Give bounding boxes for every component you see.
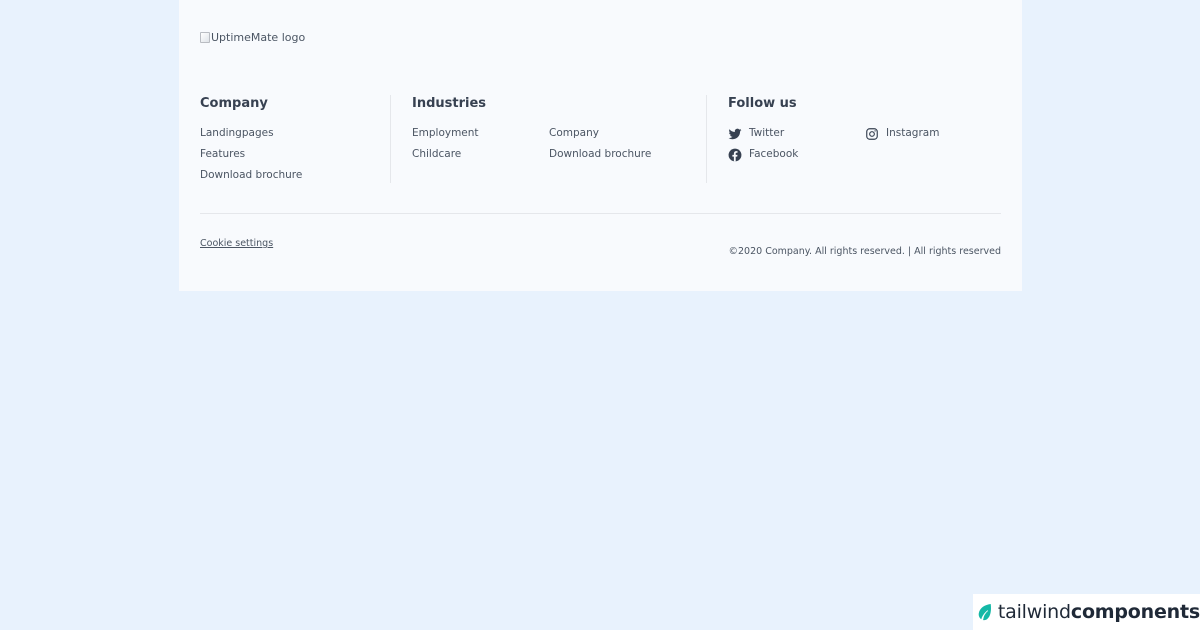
social-link-twitter[interactable]: Twitter (728, 123, 865, 144)
column-heading: Industries (412, 96, 487, 111)
social-link-facebook[interactable]: Facebook (728, 144, 865, 165)
badge-brand-text: tailwindcomponents (997, 601, 1200, 623)
cookie-settings-link[interactable]: Cookie settings (200, 238, 273, 249)
column-heading: Follow us (728, 96, 797, 111)
social-label: Facebook (749, 148, 799, 160)
social-link-instagram[interactable]: Instagram (865, 123, 1002, 144)
footer-link-company[interactable]: Company (549, 123, 686, 144)
footer-link-download-brochure[interactable]: Download brochure (549, 144, 686, 165)
social-label: Instagram (886, 127, 940, 139)
footer-link-childcare[interactable]: Childcare (412, 144, 549, 165)
facebook-icon (728, 148, 742, 161)
footer-column-follow: Follow us Twitter Instagram Facebook (728, 95, 1002, 165)
twitter-icon (728, 128, 742, 139)
broken-image-icon (200, 32, 210, 43)
column-heading: Company (200, 96, 268, 111)
footer-link-features[interactable]: Features (200, 144, 302, 165)
tailwindcomponents-badge[interactable]: tailwindcomponents (973, 594, 1200, 630)
footer-link-employment[interactable]: Employment (412, 123, 549, 144)
footer-column-company: Company Landingpages Features Download b… (200, 95, 302, 186)
leaf-logo-icon (978, 604, 991, 621)
footer-link-landingpages[interactable]: Landingpages (200, 123, 302, 144)
site-footer: UptimeMate logo Company Landingpages Fea… (179, 0, 1022, 291)
footer-column-industries: Industries Employment Company Childcare … (412, 95, 686, 165)
instagram-icon (866, 127, 878, 140)
social-label: Twitter (749, 127, 785, 139)
footer-divider (200, 213, 1001, 214)
column-divider (390, 95, 391, 183)
footer-link-download-brochure[interactable]: Download brochure (200, 165, 302, 186)
logo-alt-text: UptimeMate logo (211, 31, 306, 44)
column-divider (706, 95, 707, 183)
copyright-text: ©2020 Company. All rights reserved. | Al… (728, 246, 1002, 257)
logo[interactable]: UptimeMate logo (200, 31, 305, 44)
